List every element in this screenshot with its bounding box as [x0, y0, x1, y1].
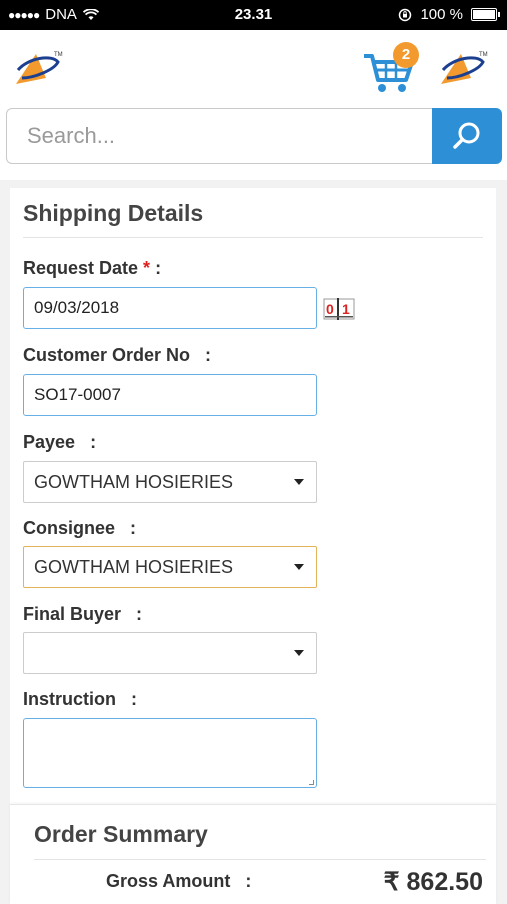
payee-label-text: Payee	[23, 432, 76, 452]
customer-order-input[interactable]: SO17-0007	[23, 374, 317, 416]
request-date-label-text: Request Date	[23, 258, 139, 278]
gross-amount-value: ₹ 862.50	[383, 868, 483, 896]
customer-order-value: SO17-0007	[34, 385, 121, 404]
svg-text:TM: TM	[54, 52, 63, 58]
final-buyer-select[interactable]	[23, 632, 317, 674]
customer-order-label-text: Customer Order No	[23, 345, 191, 365]
brand-logo-right-icon[interactable]: TM	[437, 48, 489, 88]
order-summary-title: Order Summary	[34, 821, 208, 847]
brand-logo-icon[interactable]: TM	[12, 48, 64, 88]
chevron-down-icon	[294, 564, 304, 570]
customer-order-label: Customer Order No :	[23, 345, 211, 366]
final-buyer-label: Final Buyer :	[23, 604, 142, 625]
status-bar: ●●●●● DNA 23.31 100 %	[0, 0, 507, 30]
consignee-label-text: Consignee	[23, 518, 116, 538]
divider	[34, 859, 486, 860]
gross-amount-label: Gross Amount :	[106, 871, 251, 892]
status-right: 100 %	[398, 6, 500, 23]
search-bar	[0, 108, 507, 180]
cart-count-badge: 2	[393, 42, 419, 68]
instruction-label: Instruction :	[23, 689, 137, 710]
search-input[interactable]	[6, 108, 432, 164]
chevron-down-icon	[294, 650, 304, 656]
order-summary-card: Order Summary Gross Amount : ₹ 862.50	[10, 804, 496, 904]
required-mark: *	[143, 258, 151, 278]
consignee-selected-value: GOWTHAM HOSIERIES	[34, 556, 234, 577]
consignee-label: Consignee :	[23, 518, 136, 539]
request-date-colon: :	[155, 258, 162, 278]
app-header: TM 2 TM	[0, 30, 507, 108]
instruction-colon: :	[131, 689, 138, 709]
svg-text:1: 1	[342, 301, 350, 317]
shipping-details-card: Shipping Details Request Date * : 09/03/…	[10, 188, 496, 808]
final-buyer-colon: :	[136, 604, 143, 624]
svg-text:TM: TM	[479, 52, 488, 58]
chevron-down-icon	[294, 479, 304, 485]
consignee-colon: :	[130, 518, 137, 538]
search-icon	[453, 122, 480, 149]
gross-amount-colon: :	[245, 871, 252, 891]
gross-amount-label-text: Gross Amount	[106, 871, 231, 891]
orientation-lock-icon	[399, 8, 412, 21]
payee-selected-value: GOWTHAM HOSIERIES	[34, 471, 234, 492]
resize-grip-icon[interactable]	[309, 780, 314, 785]
shipping-title: Shipping Details	[23, 200, 204, 226]
svg-text:0: 0	[326, 301, 334, 317]
battery-icon	[471, 8, 500, 21]
request-date-label: Request Date * :	[23, 258, 161, 279]
request-date-value: 09/03/2018	[34, 298, 120, 317]
battery-percent: 100 %	[420, 6, 463, 23]
payee-label: Payee :	[23, 432, 96, 453]
calendar-icon[interactable]: 0 1	[323, 297, 355, 321]
search-button[interactable]	[432, 108, 502, 164]
payee-colon: :	[90, 432, 97, 452]
customer-order-colon: :	[205, 345, 212, 365]
request-date-input[interactable]: 09/03/2018	[23, 287, 317, 329]
instruction-label-text: Instruction	[23, 689, 116, 709]
instruction-textarea[interactable]	[23, 718, 317, 788]
divider	[23, 237, 483, 238]
consignee-select[interactable]: GOWTHAM HOSIERIES	[23, 546, 317, 588]
final-buyer-label-text: Final Buyer	[23, 604, 122, 624]
payee-select[interactable]: GOWTHAM HOSIERIES	[23, 461, 317, 503]
